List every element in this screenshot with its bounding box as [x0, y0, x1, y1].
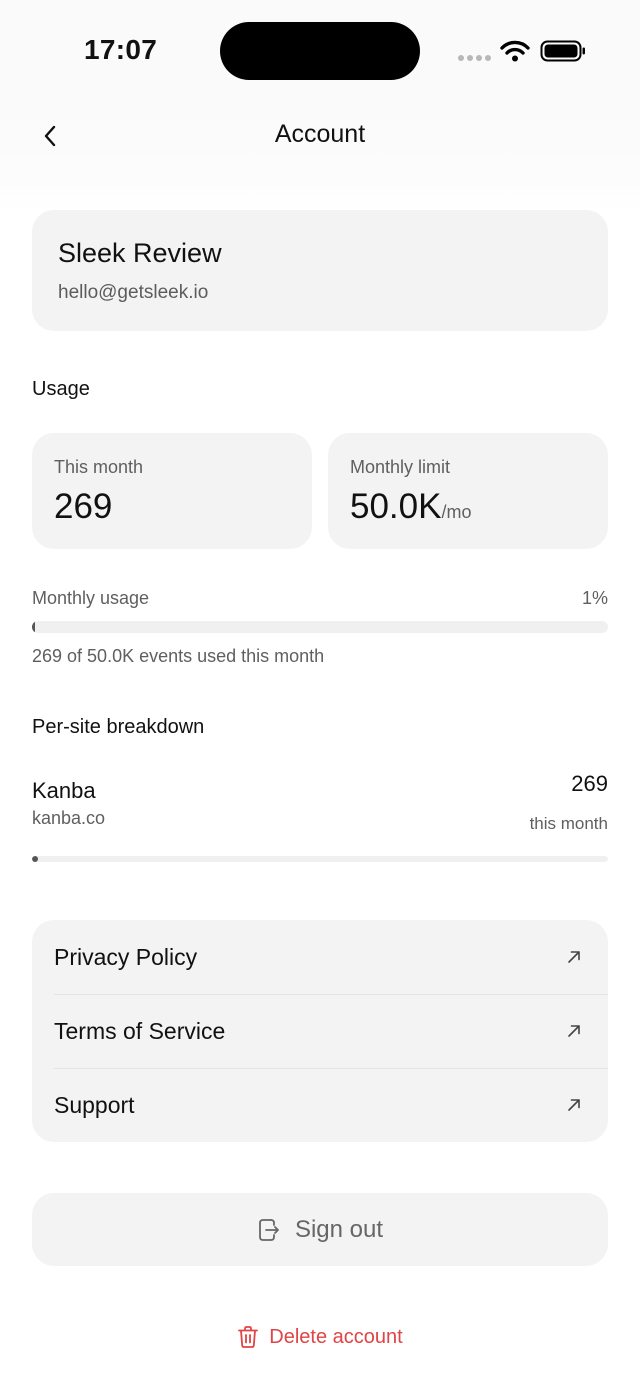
arrow-up-right-icon: [568, 951, 580, 963]
usage-note: 269 of 50.0K events used this month: [32, 646, 325, 666]
site-count: 269: [571, 771, 608, 796]
monthly-usage-progress-fill: [32, 621, 36, 633]
status-time: 17:07: [84, 34, 158, 65]
battery-icon: [540, 40, 585, 62]
monthly-usage-row: Monthly usage 1%: [32, 588, 608, 612]
profile-card: Sleek Review hello@getsleek.io: [32, 210, 608, 331]
this-month-label: This month: [54, 457, 144, 477]
support-link[interactable]: Support: [32, 1068, 608, 1142]
site-domain: kanba.co: [32, 808, 106, 828]
links-card: Privacy Policy Terms of Service Support: [32, 920, 608, 1142]
monthly-usage-label: Monthly usage: [32, 588, 150, 608]
profile-name: Sleek Review: [58, 238, 222, 268]
sign-out-button[interactable]: Sign out: [32, 1193, 608, 1266]
sign-out-icon: [259, 1218, 279, 1241]
this-month-value: 269: [54, 487, 113, 526]
delete-account-button[interactable]: Delete account: [0, 1325, 640, 1349]
page-title: Account: [274, 120, 366, 148]
privacy-policy-label: Privacy Policy: [54, 943, 198, 970]
site-usage-progress: [32, 856, 608, 862]
monthly-limit-number: 50.0K: [350, 487, 442, 526]
nav-bar: Account: [0, 100, 640, 212]
monthly-limit-value: 50.0K/mo: [350, 487, 471, 527]
sign-out-label: Sign out: [294, 1215, 384, 1243]
monthly-limit-label: Monthly limit: [350, 457, 451, 477]
monthly-usage-percent: 1%: [581, 588, 608, 608]
signal-dots-icon: [458, 55, 491, 61]
arrow-up-right-icon: [568, 1099, 580, 1111]
delete-account-label: Delete account: [269, 1325, 403, 1348]
breakdown-section-label: Per-site breakdown: [32, 716, 205, 738]
usage-section-label: Usage: [32, 378, 90, 400]
support-label: Support: [54, 1091, 135, 1118]
arrow-up-right-icon: [568, 1025, 580, 1037]
trash-icon: [238, 1326, 259, 1348]
site-period: this month: [529, 814, 608, 833]
monthly-limit-unit: /mo: [441, 502, 472, 522]
terms-of-service-link[interactable]: Terms of Service: [32, 994, 608, 1068]
terms-of-service-label: Terms of Service: [54, 1017, 226, 1044]
site-usage-progress-fill: [32, 856, 38, 862]
privacy-policy-link[interactable]: Privacy Policy: [32, 920, 608, 994]
site-name: Kanba: [32, 778, 96, 803]
this-month-card: This month 269: [32, 433, 312, 549]
monthly-limit-card: Monthly limit 50.0K/mo: [328, 433, 608, 549]
status-bar: 17:07: [0, 0, 640, 100]
wifi-icon: [500, 40, 530, 62]
profile-email: hello@getsleek.io: [58, 282, 209, 303]
monthly-usage-progress: [32, 621, 608, 633]
dynamic-island: [220, 22, 420, 80]
